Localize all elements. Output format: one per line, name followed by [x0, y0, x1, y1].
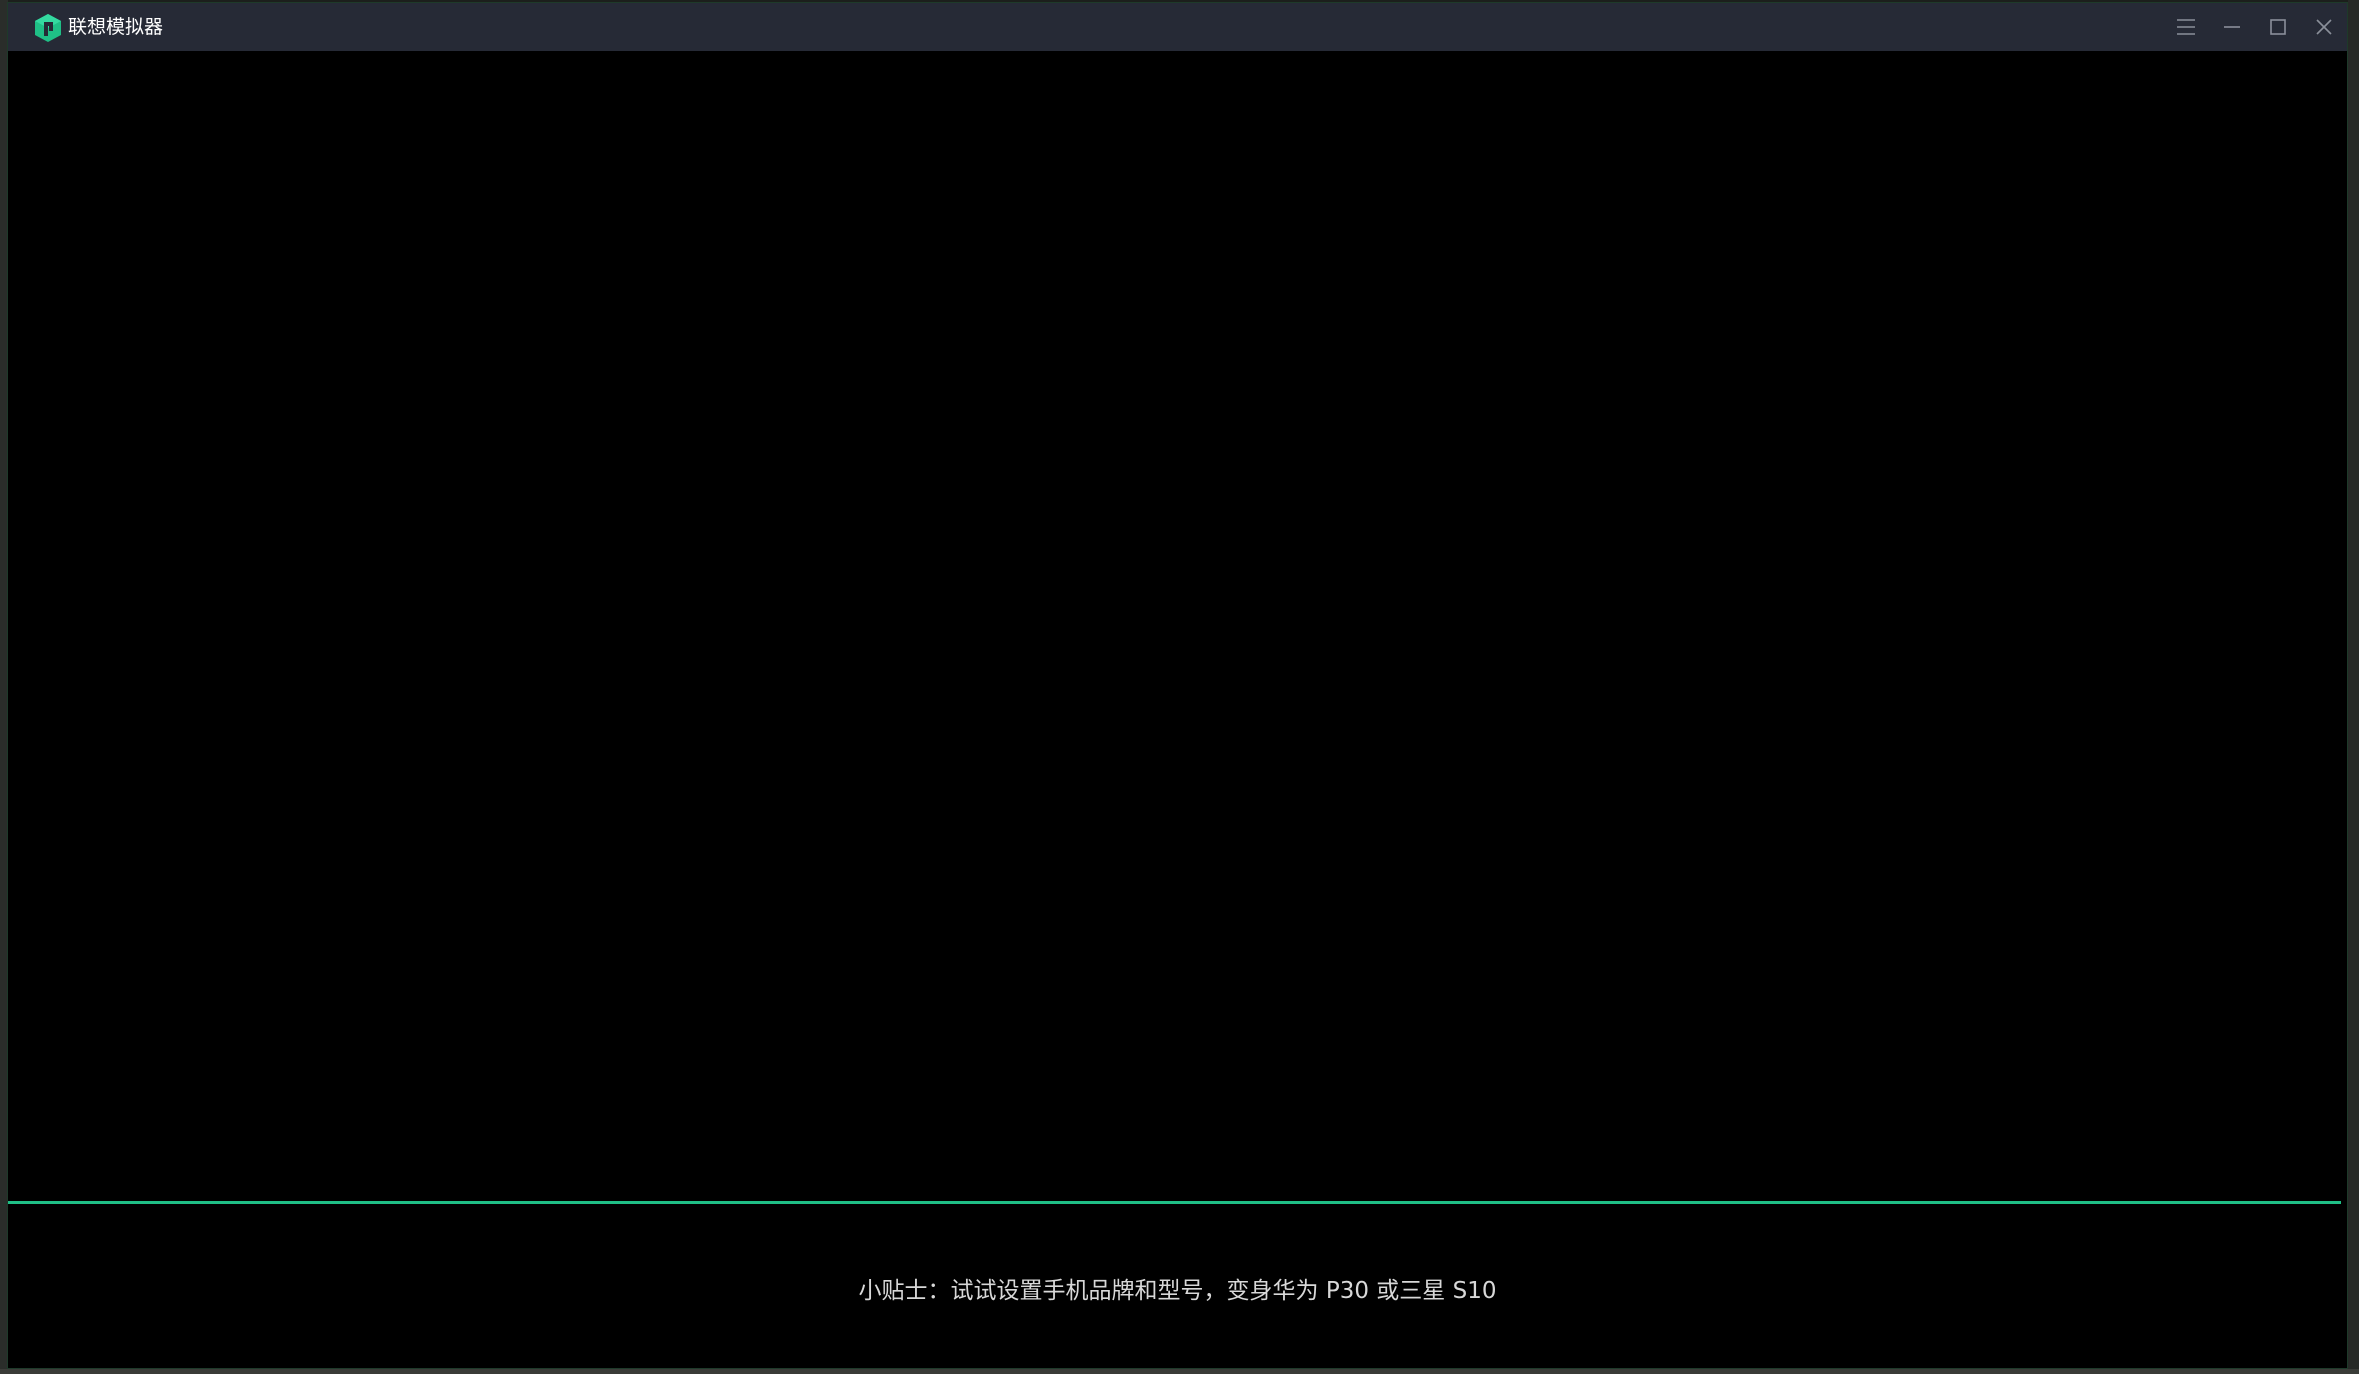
loading-footer: 小贴士：试试设置手机品牌和型号，变身华为 P30 或三星 S10 [8, 1204, 2347, 1368]
maximize-icon [2270, 19, 2286, 35]
emulator-window: 联想模拟器 小贴士：试试设置手机品牌和型号，变身华为 P30 或三星 S10 [7, 2, 2348, 1369]
title-bar[interactable]: 联想模拟器 [8, 3, 2347, 51]
minimize-button[interactable] [2209, 3, 2255, 51]
desktop-background-bottom [0, 1369, 2359, 1374]
window-controls [2163, 3, 2347, 51]
menu-button[interactable] [2163, 3, 2209, 51]
app-logo-icon [35, 14, 61, 42]
emulator-screen[interactable] [8, 51, 2347, 1203]
close-button[interactable] [2301, 3, 2347, 51]
close-icon [2316, 19, 2332, 35]
desktop-background-right [2348, 0, 2359, 1374]
minimize-icon [2224, 26, 2240, 28]
maximize-button[interactable] [2255, 3, 2301, 51]
app-title: 联想模拟器 [68, 16, 164, 38]
tip-text: 小贴士：试试设置手机品牌和型号，变身华为 P30 或三星 S10 [858, 1278, 1497, 1304]
menu-icon [2177, 19, 2195, 35]
